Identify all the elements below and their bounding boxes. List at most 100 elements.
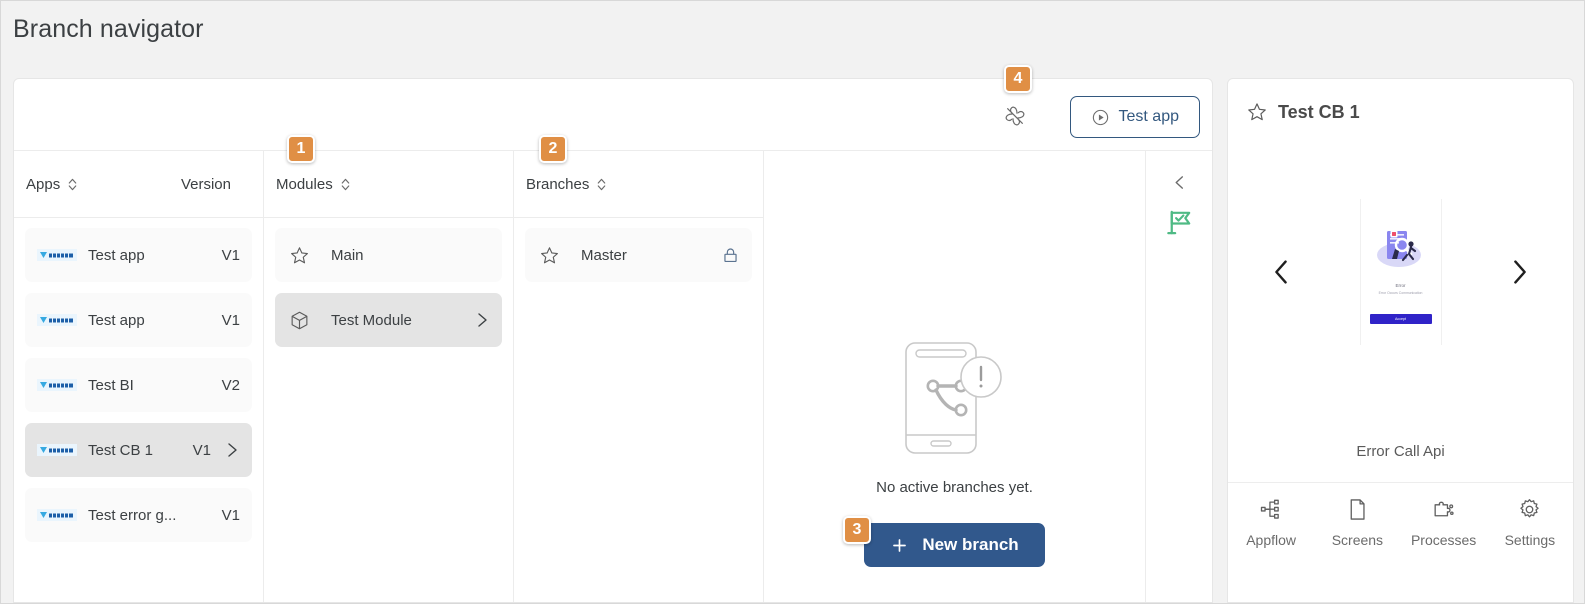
modules-list: Main Test Module [264,218,513,347]
tab-appflow-label: Appflow [1246,532,1296,548]
tab-processes[interactable]: Processes [1401,497,1487,548]
app-logo-icon [37,444,77,456]
star-icon[interactable] [1246,101,1268,123]
table-row[interactable]: Test BI V2 [25,358,252,412]
thumbnail-heading: Error [1361,283,1441,288]
modules-sort-control[interactable]: Modules [276,176,351,193]
branches-sort-control[interactable]: Branches [526,176,607,193]
lock-icon [721,246,740,265]
canvas-rail [1146,151,1212,602]
test-app-button[interactable]: Test app [1070,96,1200,138]
app-name: Test app [88,247,216,264]
preview-panel-tabs: Appflow Screens [1228,482,1573,572]
plus-icon [890,536,909,555]
thumbnail-accept-button: Accept [1370,314,1432,324]
branch-name: Master [581,247,721,264]
star-icon[interactable] [537,245,561,266]
app-logo-icon [37,379,77,391]
modules-column: Modules [264,151,514,602]
branch-canvas: No active branches yet. New branch [764,151,1146,602]
branches-list: Master [514,218,763,282]
app-preview-panel: Test CB 1 [1227,78,1574,603]
chevron-left-icon [1172,173,1187,192]
apps-column: Apps Version [14,151,264,602]
list-item[interactable]: Master [525,228,752,282]
module-name: Main [331,247,490,264]
list-item[interactable]: Test Module [275,293,502,347]
new-branch-button[interactable]: New branch [864,523,1044,567]
apps-list: Test app V1 [14,218,263,542]
unlink-icon[interactable] [1000,101,1030,131]
apps-header-label: Apps [26,176,60,193]
app-name: Test error g... [88,507,216,524]
appflow-icon [1259,497,1284,522]
test-app-button-label: Test app [1119,108,1179,126]
apps-column-header: Apps Version [14,151,263,218]
new-branch-button-label: New branch [922,535,1018,555]
version-header-label: Version [181,176,231,193]
error-illustration-icon [1373,221,1429,277]
app-logo-icon [37,314,77,326]
main-card: Test app Apps Versi [13,78,1213,603]
table-row[interactable]: Test error g... V1 [25,488,252,542]
carousel-prev-button[interactable] [1264,255,1298,289]
table-row[interactable]: Test app V1 [25,293,252,347]
callout-badge-1: 1 [287,135,315,163]
star-icon[interactable] [287,245,311,266]
app-version: V2 [222,377,240,394]
sort-updown-icon [340,177,351,192]
branches-header-label: Branches [526,176,589,193]
list-item[interactable]: Main [275,228,502,282]
table-row[interactable]: Test app V1 [25,228,252,282]
app-name: Test BI [88,377,216,394]
flag-check-icon[interactable] [1162,205,1196,239]
empty-state: No active branches yet. New branch [764,337,1145,567]
tab-appflow[interactable]: Appflow [1228,497,1314,548]
tab-screens-label: Screens [1332,532,1383,548]
screen-name-label: Error Call Api [1228,443,1573,460]
app-version: V1 [222,247,240,264]
collapse-panel-button[interactable] [1166,169,1192,195]
modules-header-label: Modules [276,176,333,193]
sort-updown-icon [596,177,607,192]
app-logo-icon [37,509,77,521]
chevron-right-icon [1508,257,1532,287]
module-name: Test Module [331,312,474,329]
tab-settings-label: Settings [1505,532,1556,548]
puzzle-icon [1431,497,1456,522]
thumbnail-subtext: Error Occurs Communication [1361,291,1441,295]
preview-panel-title-label: Test CB 1 [1278,102,1360,123]
sort-updown-icon [67,177,78,192]
tab-processes-label: Processes [1411,532,1476,548]
preview-panel-title: Test CB 1 [1246,101,1360,123]
screen-thumbnail[interactable]: Error Error Occurs Communication Accept [1360,199,1442,345]
chevron-left-icon [1269,257,1293,287]
apps-sort-control[interactable]: Apps [26,176,78,193]
app-version: V1 [193,442,211,459]
card-toolbar: Test app [14,79,1212,151]
cube-icon [287,310,311,331]
tab-screens[interactable]: Screens [1314,497,1400,548]
callout-badge-2: 2 [539,135,567,163]
chevron-right-icon[interactable] [474,310,490,330]
tab-settings[interactable]: Settings [1487,497,1573,548]
app-version: V1 [222,312,240,329]
carousel-next-button[interactable] [1503,255,1537,289]
navigator-columns: Apps Version [14,151,1212,602]
page-title: Branch navigator [13,15,204,44]
chevron-right-icon[interactable] [224,440,240,460]
callout-badge-4: 4 [1004,65,1032,93]
callout-badge-3: 3 [843,516,871,544]
branch-navigator-page: Branch navigator [0,0,1585,604]
screen-carousel: Error Error Occurs Communication Accept [1228,137,1573,407]
document-icon [1345,497,1370,522]
app-version: V1 [222,507,240,524]
empty-state-text: No active branches yet. [876,479,1033,496]
app-name: Test app [88,312,216,329]
play-circle-icon [1091,108,1110,127]
app-name: Test CB 1 [88,442,187,459]
branches-column: Branches [514,151,764,602]
app-logo-icon [37,249,77,261]
table-row[interactable]: Test CB 1 V1 [25,423,252,477]
gear-icon [1517,497,1542,522]
